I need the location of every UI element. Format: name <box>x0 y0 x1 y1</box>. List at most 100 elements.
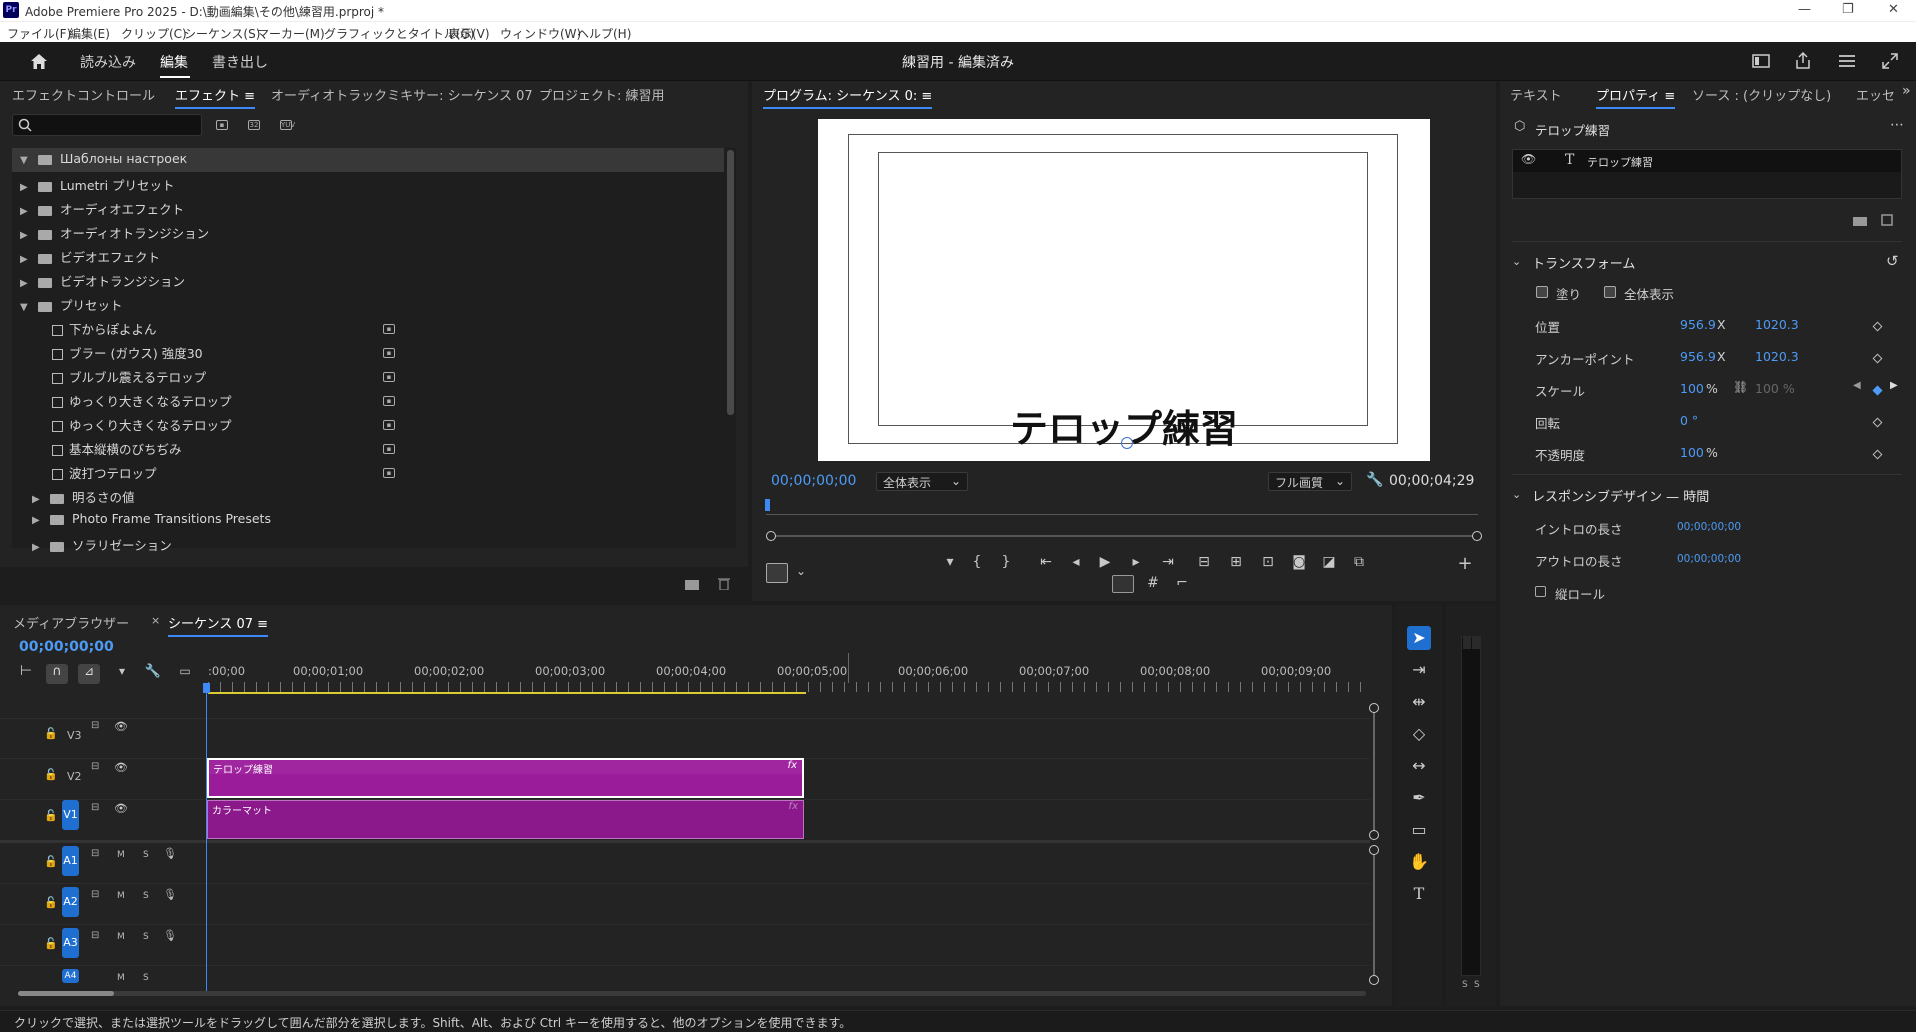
responsive-header[interactable]: レスポンシブデザイン — 時間 <box>1532 486 1709 505</box>
guides-icon[interactable]: ⌐ <box>1172 575 1192 591</box>
mute-button[interactable]: M <box>117 973 125 983</box>
panel-layout-icon[interactable] <box>1752 54 1770 68</box>
timeline-h-scrollbar[interactable] <box>18 991 1366 996</box>
maximize-button[interactable]: ❐ <box>1842 2 1854 17</box>
menu-clip[interactable]: クリップ(C) <box>121 25 187 42</box>
sync-lock-icon[interactable]: ⊟ <box>91 889 99 900</box>
lock-icon[interactable]: 🔓 <box>44 896 58 909</box>
chevron-down-icon[interactable]: ⌄ <box>796 564 806 578</box>
minimize-button[interactable]: — <box>1798 2 1811 17</box>
tree-folder-audio-transitions[interactable]: ▶ オーディオトランジション <box>20 223 209 247</box>
video-tracks-scrollbar[interactable] <box>1373 707 1375 837</box>
snap-magnet-icon[interactable]: ∩ <box>46 664 68 684</box>
link-icon[interactable]: ⛓ <box>1733 380 1748 394</box>
tab-audio-track-mixer[interactable]: オーディオトラックミキサー: シーケンス 07 <box>271 85 533 104</box>
rotation-value[interactable]: 0 ° <box>1680 413 1698 428</box>
solo-button[interactable]: S <box>143 973 149 983</box>
quality-select[interactable]: フル画質 ⌄ <box>1268 472 1352 491</box>
export-frame-icon[interactable]: ◙ <box>1289 554 1309 570</box>
position-y[interactable]: 1020.3 <box>1755 317 1799 332</box>
playhead-handle[interactable] <box>203 683 210 693</box>
tree-folder-video-transitions[interactable]: ▶ ビデオトランジション <box>20 271 185 295</box>
solo-button[interactable]: S <box>143 850 149 860</box>
mute-button[interactable]: M <box>117 891 125 901</box>
lock-icon[interactable]: 🔓 <box>44 937 58 950</box>
go-to-in-icon[interactable]: ⇤ <box>1035 554 1057 570</box>
anchor-point-icon[interactable] <box>1121 437 1133 449</box>
solo-button[interactable]: S <box>143 932 149 942</box>
eye-icon[interactable]: 👁 <box>114 802 128 815</box>
solo-button[interactable]: S <box>143 891 149 901</box>
sync-lock-icon[interactable]: ⊟ <box>91 802 99 813</box>
microphone-icon[interactable]: 🎙 <box>163 888 177 901</box>
tab-program-monitor[interactable]: プログラム: シーケンス 0: ≡ <box>763 85 933 109</box>
monitor-ruler[interactable] <box>766 503 1478 515</box>
transform-header[interactable]: トランスフォーム <box>1532 253 1635 272</box>
new-layer-icon[interactable] <box>1881 214 1893 226</box>
delete-icon[interactable] <box>718 576 730 590</box>
fill-checkbox[interactable] <box>1536 286 1548 298</box>
scroll-handle-icon[interactable] <box>1369 703 1379 713</box>
wrench-icon[interactable]: 🔧 <box>1366 472 1383 488</box>
tree-preset-7[interactable]: 波打つテロップ <box>52 463 157 487</box>
microphone-icon[interactable]: 🎙 <box>163 847 177 860</box>
menu-help[interactable]: ヘルプ(H) <box>577 25 631 42</box>
roll-checkbox[interactable] <box>1535 586 1546 597</box>
safe-margin-toggle-icon[interactable] <box>1112 575 1134 593</box>
menu-edit[interactable]: 編集(E) <box>69 25 110 42</box>
menu-marker[interactable]: マーカー(M) <box>257 25 325 42</box>
monitor-timecode[interactable]: 00;00;00;00 <box>771 473 856 489</box>
yuv-effects-icon[interactable]: YUV <box>280 120 295 130</box>
program-frame[interactable]: テロップ練習 <box>818 119 1430 461</box>
hand-tool-icon[interactable]: ✋ <box>1407 850 1431 874</box>
new-folder-icon[interactable] <box>685 578 699 590</box>
track-a3-button[interactable]: A3 <box>62 928 79 958</box>
linked-selection-icon[interactable]: ⊿ <box>78 664 100 684</box>
zoom-bar-handle-left[interactable] <box>766 531 776 541</box>
position-x[interactable]: 956.9 <box>1680 317 1716 332</box>
tree-folder-photo-frame[interactable]: ▶ Photo Frame Transitions Presets <box>32 511 271 535</box>
clip-caption[interactable]: テロップ練習 fx <box>207 758 804 798</box>
tab-source[interactable]: ソース : (クリップなし) <box>1692 85 1831 104</box>
tree-folder-shablony[interactable]: ▼ Шаблоны настроек <box>20 151 187 175</box>
step-forward-icon[interactable]: ▸ <box>1126 554 1146 570</box>
mute-button[interactable]: M <box>117 932 125 942</box>
grid-icon[interactable]: # <box>1143 575 1163 591</box>
menu-sequence[interactable]: シーケンス(S) <box>184 25 260 42</box>
time-ruler[interactable]: :00;00 00;00;01;00 00;00;02;00 00;00;03;… <box>208 660 1372 700</box>
track-select-tool-icon[interactable]: ⇥ <box>1407 658 1431 682</box>
tab-essential[interactable]: エッセ <box>1856 85 1895 104</box>
tree-folder-video-effects[interactable]: ▶ ビデオエフェクト <box>20 247 160 271</box>
track-a1-button[interactable]: A1 <box>62 846 79 876</box>
selection-tool-icon[interactable]: ➤ <box>1407 626 1431 650</box>
tab-media-browser[interactable]: メディアブラウザー <box>13 613 129 632</box>
layer-list-row[interactable]: 👁 T テロップ練習 <box>1513 150 1901 172</box>
pen-tool-icon[interactable]: ✒ <box>1407 786 1431 810</box>
tree-preset-4[interactable]: ゆっくり大きくなるテロップ <box>52 391 232 415</box>
track-a4-button[interactable]: A4 <box>62 969 79 983</box>
tree-folder-solarization[interactable]: ▶ ソラリゼーション <box>32 535 172 559</box>
lock-icon[interactable]: 🔓 <box>44 768 58 781</box>
proxy-toggle-icon[interactable]: ⧉ <box>1348 554 1370 570</box>
more-options-icon[interactable]: ⋯ <box>1890 117 1904 133</box>
mark-out-icon[interactable]: } <box>998 554 1014 570</box>
lock-icon[interactable]: 🔓 <box>44 855 58 868</box>
razor-tool-icon[interactable]: ◇ <box>1407 722 1431 746</box>
outro-value[interactable]: 00;00;00;00 <box>1677 553 1741 565</box>
next-keyframe-icon[interactable]: ▶ <box>1890 380 1898 391</box>
rectangle-tool-icon[interactable]: ▭ <box>1407 818 1431 842</box>
add-marker-icon[interactable]: ▾ <box>940 554 960 570</box>
scroll-handle-icon[interactable] <box>1369 845 1379 855</box>
close-window-button[interactable]: ✕ <box>1888 2 1899 17</box>
zoom-select[interactable]: 全体表示 ⌄ <box>876 472 968 491</box>
h-scroll-thumb[interactable] <box>18 991 114 996</box>
meter-solo-right[interactable]: S <box>1474 980 1480 990</box>
tab-project[interactable]: プロジェクト: 練習用 <box>539 85 665 104</box>
reset-icon[interactable]: ↺ <box>1886 252 1899 270</box>
32bit-effects-icon[interactable]: 32 <box>248 120 260 130</box>
insert-nest-icon[interactable]: ⊢ <box>17 663 35 679</box>
scroll-handle-icon[interactable] <box>1369 830 1379 840</box>
tab-effects[interactable]: エフェクト ≡ <box>175 85 256 109</box>
eye-icon[interactable]: 👁 <box>1521 152 1536 166</box>
insert-icon[interactable]: ⊡ <box>1257 554 1279 570</box>
